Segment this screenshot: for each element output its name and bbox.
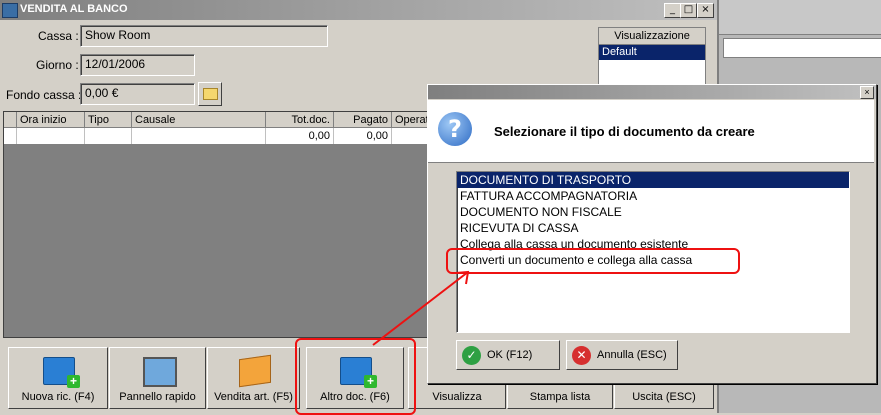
highlight-altro-doc	[295, 338, 416, 415]
annulla-button[interactable]: ✕ Annulla (ESC)	[566, 340, 678, 370]
list-item[interactable]: RICEVUTA DI CASSA	[457, 220, 849, 236]
nuova-ricevuta-button[interactable]: + Nuova ric. (F4)	[8, 347, 108, 409]
cassa-field[interactable]: Show Room	[80, 25, 328, 47]
cancel-icon: ✕	[572, 346, 591, 365]
ok-button[interactable]: ✓ OK (F12)	[456, 340, 560, 370]
col-operatore[interactable]: Operat	[392, 112, 428, 128]
pannello-rapido-button[interactable]: Pannello rapido	[109, 347, 206, 409]
app-icon	[2, 3, 18, 18]
fondo-cassa-field[interactable]: 0,00 €	[80, 83, 195, 105]
cassa-label: Cassa :	[38, 29, 79, 43]
col-ora-inizio[interactable]: Ora inizio	[17, 112, 85, 128]
check-icon: ✓	[462, 346, 481, 365]
button-label: Pannello rapido	[119, 391, 196, 403]
button-label: Nuova ric. (F4)	[21, 391, 95, 403]
view-panel-header: Visualizzazione	[599, 28, 705, 45]
cell-tot-doc: 0,00	[266, 128, 334, 144]
fondo-cassa-label: Fondo cassa :	[6, 88, 82, 102]
folder-button[interactable]	[198, 82, 222, 106]
button-label: Visualizza	[432, 391, 482, 403]
list-item[interactable]: DOCUMENTO NON FISCALE	[457, 204, 849, 220]
annulla-label: Annulla (ESC)	[597, 349, 667, 361]
document-type-dialog: × ? Selezionare il tipo di documento da …	[427, 84, 877, 384]
col-causale[interactable]: Causale	[132, 112, 266, 128]
minimize-button[interactable]: _	[664, 3, 681, 18]
cell-ora-inizio	[17, 128, 85, 144]
giorno-field[interactable]: 12/01/2006	[80, 54, 195, 76]
button-label: Uscita (ESC)	[632, 391, 696, 403]
row-indicator	[4, 128, 17, 144]
list-item[interactable]: DOCUMENTO DI TRASPORTO	[457, 172, 849, 188]
list-item[interactable]: FATTURA ACCOMPAGNATORIA	[457, 188, 849, 204]
col-pagato[interactable]: Pagato	[334, 112, 392, 128]
folder-icon	[203, 88, 218, 100]
cell-operatore	[392, 128, 428, 144]
cards-icon	[238, 354, 271, 388]
col-tot-doc[interactable]: Tot.doc.	[266, 112, 334, 128]
grid-corner	[4, 112, 17, 128]
view-item-default[interactable]: Default	[599, 45, 705, 60]
title-bar: VENDITA AL BANCO _ □ ×	[0, 0, 717, 20]
window-title: VENDITA AL BANCO	[20, 3, 128, 15]
button-label: Stampa lista	[529, 391, 591, 403]
giorno-label: Giorno :	[36, 58, 79, 72]
background-field	[723, 38, 881, 58]
maximize-button[interactable]: □	[680, 3, 697, 18]
dialog-title-bar: ×	[428, 85, 876, 99]
button-label: Vendita art. (F5)	[214, 391, 293, 403]
highlight-converti	[446, 248, 740, 274]
close-button[interactable]: ×	[697, 3, 714, 18]
question-icon: ?	[438, 112, 472, 146]
cell-causale	[132, 128, 266, 144]
table-row[interactable]: 0,00 0,00	[4, 128, 428, 144]
background-toolbar	[719, 0, 881, 35]
dialog-message: Selezionare il tipo di documento da crea…	[494, 124, 755, 139]
dialog-close-button[interactable]: ×	[860, 86, 874, 99]
vendita-articoli-button[interactable]: Vendita art. (F5)	[207, 347, 300, 409]
cell-tipo	[85, 128, 132, 144]
dialog-header: ? Selezionare il tipo di documento da cr…	[428, 100, 874, 163]
col-tipo[interactable]: Tipo	[85, 112, 132, 128]
cell-pagato: 0,00	[334, 128, 392, 144]
grid-header: Ora inizio Tipo Causale Tot.doc. Pagato …	[4, 112, 428, 128]
documents-grid[interactable]: Ora inizio Tipo Causale Tot.doc. Pagato …	[3, 111, 429, 338]
monitor-icon	[142, 357, 177, 387]
ok-label: OK (F12)	[487, 349, 533, 361]
new-receipt-icon: +	[43, 357, 80, 388]
